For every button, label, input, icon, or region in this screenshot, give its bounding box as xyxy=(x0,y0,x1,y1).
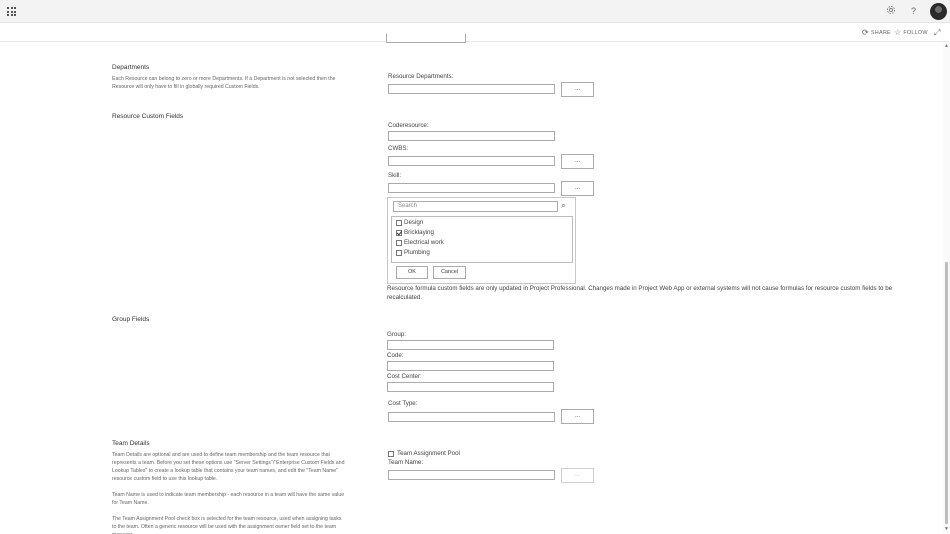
cwbs-label: CWBS: xyxy=(388,145,409,152)
group-fields-title: Group Fields xyxy=(112,316,150,323)
avatar[interactable] xyxy=(930,3,947,20)
skill-input[interactable] xyxy=(388,183,555,193)
team-assignment-pool-checkbox[interactable] xyxy=(388,450,394,457)
cost-center-label: Cost Center: xyxy=(387,373,422,380)
team-details-paragraph-3: The Team Assignment Pool check box is se… xyxy=(112,516,342,534)
focus-mode-button[interactable]: ⤢ xyxy=(934,28,941,38)
group-label: Group: xyxy=(387,331,406,338)
option-design[interactable]: Design xyxy=(396,219,423,226)
group-input[interactable] xyxy=(387,340,554,350)
team-details-paragraph-2: Team Name is used to indicate team membe… xyxy=(112,492,345,506)
departments-browse-button[interactable]: ... xyxy=(561,82,594,97)
cost-type-browse-button[interactable]: ... xyxy=(561,409,594,424)
skill-search-input[interactable]: Search xyxy=(393,201,558,212)
cwbs-input[interactable] xyxy=(388,156,555,166)
star-icon: ☆ xyxy=(894,28,902,37)
cost-center-input[interactable] xyxy=(387,382,554,392)
scroll-up-arrow-icon[interactable]: ▲ xyxy=(944,43,949,49)
option-label: Bricklaying xyxy=(404,229,434,236)
resource-departments-label: Resource Departments: xyxy=(388,73,454,80)
team-assignment-pool-option[interactable]: Team Assignment Pool xyxy=(388,450,460,457)
team-details-title: Team Details xyxy=(112,440,150,447)
share-button[interactable]: ⟳ SHARE xyxy=(862,28,891,37)
app-launcher-icon[interactable] xyxy=(7,7,16,16)
cwbs-browse-button[interactable]: ... xyxy=(561,154,594,169)
formula-note: Resource formula custom fields are only … xyxy=(387,285,893,301)
departments-title: Departments xyxy=(112,64,150,71)
focus-mode-icon: ⤢ xyxy=(934,28,941,37)
option-label: Plumbing xyxy=(404,249,430,256)
gear-icon[interactable] xyxy=(884,5,897,18)
skill-label: Skill: xyxy=(388,172,402,179)
team-name-input[interactable] xyxy=(388,470,555,480)
skill-browse-button[interactable]: ... xyxy=(561,181,594,196)
search-icon[interactable]: ⌕ xyxy=(557,201,570,212)
checkbox-design[interactable] xyxy=(396,219,402,226)
code-input[interactable] xyxy=(387,361,554,371)
team-assignment-pool-label: Team Assignment Pool xyxy=(397,450,460,457)
checkbox-electrical-work[interactable] xyxy=(396,239,402,246)
action-bar xyxy=(0,24,950,42)
team-name-browse-button[interactable]: ... xyxy=(561,468,594,483)
option-label: Design xyxy=(404,219,424,226)
share-icon: ⟳ xyxy=(862,28,869,37)
custom-fields-title: Resource Custom Fields xyxy=(112,113,184,120)
ok-button[interactable]: OK xyxy=(396,266,428,279)
follow-button[interactable]: ☆ FOLLOW xyxy=(894,28,928,37)
previous-field-input[interactable] xyxy=(386,34,466,43)
cancel-button[interactable]: Cancel xyxy=(433,266,466,279)
cost-type-label: Cost Type: xyxy=(388,400,418,407)
coderesource-input[interactable] xyxy=(388,131,555,141)
scroll-down-arrow-icon[interactable]: ▼ xyxy=(944,526,949,532)
departments-description: Each Resource can belong to zero or more… xyxy=(112,76,336,90)
option-label: Electrical work xyxy=(404,239,444,246)
follow-label: FOLLOW xyxy=(903,29,928,36)
option-bricklaying[interactable]: Bricklaying xyxy=(396,229,434,236)
option-electrical-work[interactable]: Electrical work xyxy=(396,239,444,246)
checkbox-plumbing[interactable] xyxy=(396,249,402,256)
code-label: Code: xyxy=(387,352,404,359)
checkbox-bricklaying[interactable] xyxy=(396,229,402,236)
scrollbar-thumb[interactable] xyxy=(945,262,948,524)
team-name-label: Team Name: xyxy=(388,459,424,466)
share-label: SHARE xyxy=(870,29,891,36)
help-icon[interactable]: ? xyxy=(907,5,920,18)
suite-bar xyxy=(0,0,950,23)
team-details-paragraph-1: Team Details are optional and are used t… xyxy=(112,452,345,482)
resource-departments-input[interactable] xyxy=(388,84,555,94)
option-plumbing[interactable]: Plumbing xyxy=(396,249,430,256)
coderesource-label: Coderesource: xyxy=(388,122,429,129)
cost-type-input[interactable] xyxy=(388,412,555,422)
